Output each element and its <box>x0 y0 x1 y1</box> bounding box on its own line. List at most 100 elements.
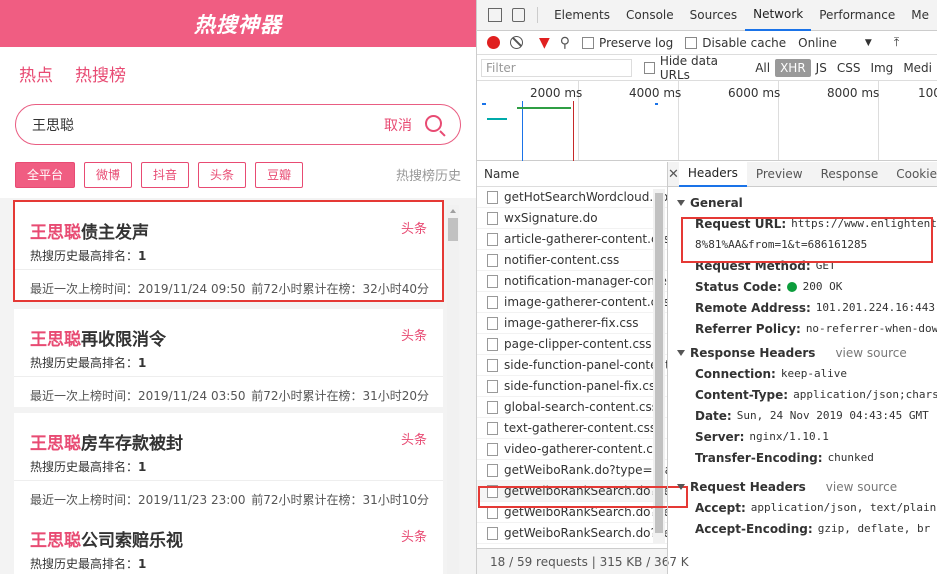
request-url-continued: 8%81%AA&from=1&t=686161285 <box>695 238 868 251</box>
tab-response[interactable]: Response <box>812 162 888 187</box>
request-row[interactable]: video-gatherer-content.css <box>477 439 667 460</box>
device-toggle-icon[interactable] <box>511 8 526 22</box>
request-list-scrollbar[interactable] <box>653 189 665 543</box>
list-item[interactable]: 王思聪 债主发声 头条 热搜历史最高排名：1 最近一次上榜时间：2019/11/… <box>14 202 443 300</box>
view-source-link[interactable]: view source <box>826 480 897 494</box>
inspect-icon[interactable] <box>488 8 502 22</box>
referrer-policy-row: Referrer Policy:no-referrer-when-downgr <box>695 321 937 336</box>
tab-preview[interactable]: Preview <box>747 162 812 187</box>
tab-elements[interactable]: Elements <box>546 0 618 31</box>
list-item[interactable]: 王思聪 房车存款被封 头条 热搜历史最高排名：1 最近一次上榜时间：2019/1… <box>14 413 443 511</box>
app-logo: 热搜神器 <box>194 12 282 37</box>
collapse-triangle-icon <box>677 483 685 490</box>
timeline-bar <box>487 118 507 120</box>
filter-all[interactable]: 全平台 <box>15 161 76 188</box>
tab-sources[interactable]: Sources <box>682 0 745 31</box>
timeline-bar <box>482 103 486 105</box>
item-rank: 热搜历史最高排名：1 <box>30 249 147 263</box>
request-row[interactable]: text-gatherer-content.css <box>477 418 667 439</box>
request-headers-section[interactable]: Request Headers view source <box>668 476 937 497</box>
item-title: 房车存款被封 <box>81 434 183 454</box>
import-icon[interactable]: ⤒ <box>894 35 899 50</box>
view-source-link[interactable]: view source <box>835 346 906 360</box>
type-js[interactable]: JS <box>811 59 832 77</box>
divider <box>14 269 443 270</box>
tab-console[interactable]: Console <box>618 0 682 31</box>
request-row[interactable]: getWeiboRank.do?type=real <box>477 460 667 481</box>
type-media[interactable]: Medi <box>898 59 937 77</box>
request-row[interactable]: notifier-content.css <box>477 250 667 271</box>
cancel-button[interactable]: 取消 <box>384 115 412 135</box>
response-headers-section[interactable]: Response Headers view source <box>668 342 937 363</box>
list-item[interactable]: 王思聪 公司索赔乐视 头条 热搜历史最高排名：1 <box>14 510 443 574</box>
filter-douban[interactable]: 豆瓣 <box>255 161 304 188</box>
request-row-selected[interactable]: getWeiboRankSearch.do?key <box>477 481 667 502</box>
disable-cache-checkbox[interactable]: Disable cache <box>685 36 786 50</box>
nav-hot[interactable]: 热点 <box>19 61 53 86</box>
filter-douyin[interactable]: 抖音 <box>141 161 190 188</box>
devtools-tabbar: Elements Console Sources Network Perform… <box>477 0 937 31</box>
item-source: 头条 <box>400 433 427 448</box>
throttle-select[interactable]: Online ▼ <box>798 36 872 50</box>
request-row[interactable]: global-search-content.css <box>477 397 667 418</box>
hide-data-urls-checkbox[interactable]: Hide data URLs <box>643 54 745 82</box>
platform-filter: 全平台 微博 抖音 头条 豆瓣 热搜榜历史 <box>0 151 476 198</box>
type-xhr[interactable]: XHR <box>775 58 811 77</box>
filter-toutiao[interactable]: 头条 <box>198 161 247 188</box>
timeline-label: 8000 ms <box>827 86 880 100</box>
request-row[interactable]: getWeiboRankSearch.do?key <box>477 502 667 523</box>
type-css[interactable]: CSS <box>832 59 866 77</box>
app-header: 热搜神器 <box>0 0 476 47</box>
app-nav: 热点 热搜榜 <box>0 47 476 99</box>
request-row[interactable]: side-function-panel-content <box>477 355 667 376</box>
filter-icon[interactable]: ▼ <box>539 35 550 51</box>
devtools-panel: Elements Console Sources Network Perform… <box>476 0 937 574</box>
item-rank: 热搜历史最高排名：1 <box>30 356 147 370</box>
clear-icon[interactable] <box>510 36 523 49</box>
item-source: 头条 <box>400 329 427 344</box>
tab-performance[interactable]: Performance <box>811 0 903 31</box>
preserve-log-checkbox[interactable]: Preserve log <box>582 36 673 50</box>
request-row[interactable]: wxSignature.do <box>477 208 667 229</box>
item-title: 债主发声 <box>81 223 149 243</box>
request-row[interactable]: article-gatherer-content.css <box>477 229 667 250</box>
search-box[interactable]: 王思聪 取消 <box>15 104 461 145</box>
request-row[interactable]: image-gatherer-content.css <box>477 292 667 313</box>
request-row[interactable]: getWeiboRankSearch.do?key <box>477 523 667 544</box>
search-icon[interactable]: ⚲ <box>560 35 570 51</box>
header-row: Connection: keep-alive <box>695 366 848 381</box>
list-scrollbar[interactable] <box>447 205 459 574</box>
request-row[interactable]: notification-manager-content <box>477 271 667 292</box>
search-input[interactable]: 王思聪 <box>32 115 384 135</box>
tab-network[interactable]: Network <box>745 0 812 31</box>
list-item[interactable]: 王思聪 再收限消令 头条 热搜历史最高排名：1 最近一次上榜时间：2019/11… <box>14 309 443 407</box>
request-row[interactable]: page-clipper-content.css <box>477 334 667 355</box>
filter-input[interactable]: Filter <box>481 58 632 77</box>
item-last-time: 最近一次上榜时间：2019/11/24 09:50 <box>30 282 246 296</box>
close-icon[interactable]: ✕ <box>668 167 679 182</box>
result-list: 王思聪 债主发声 头条 热搜历史最高排名：1 最近一次上榜时间：2019/11/… <box>0 198 476 574</box>
divider <box>14 480 443 481</box>
request-url-row: Request URL:https://www.enlightent.cn <box>695 216 937 231</box>
filter-weibo[interactable]: 微博 <box>84 161 133 188</box>
network-overview[interactable]: 2000 ms 4000 ms 6000 ms 8000 ms 100 <box>477 81 937 161</box>
record-icon[interactable] <box>487 36 500 49</box>
search-section: 王思聪 取消 <box>0 99 476 151</box>
search-icon[interactable] <box>424 114 446 137</box>
type-img[interactable]: Img <box>865 59 898 77</box>
remote-address-row: Remote Address: 101.201.224.16:443 <box>695 300 936 315</box>
request-row[interactable]: image-gatherer-fix.css <box>477 313 667 334</box>
request-row[interactable]: side-function-panel-fix.css <box>477 376 667 397</box>
tab-memory[interactable]: Me <box>903 0 937 31</box>
history-link[interactable]: 热搜榜历史 <box>396 165 461 184</box>
tab-headers[interactable]: Headers <box>678 161 747 187</box>
status-dot-icon <box>786 281 797 292</box>
nav-hot-list[interactable]: 热搜榜 <box>75 61 126 86</box>
tab-cookies[interactable]: Cookies <box>887 162 937 187</box>
name-column-header[interactable]: Name <box>477 162 667 187</box>
request-row[interactable]: getHotSearchWordcloud.do <box>477 187 667 208</box>
general-section[interactable]: General <box>668 192 937 213</box>
dom-loaded-marker <box>522 101 523 161</box>
type-all[interactable]: All <box>750 59 775 77</box>
network-filter-bar: Filter Hide data URLs All XHR JS CSS Img… <box>477 54 937 82</box>
